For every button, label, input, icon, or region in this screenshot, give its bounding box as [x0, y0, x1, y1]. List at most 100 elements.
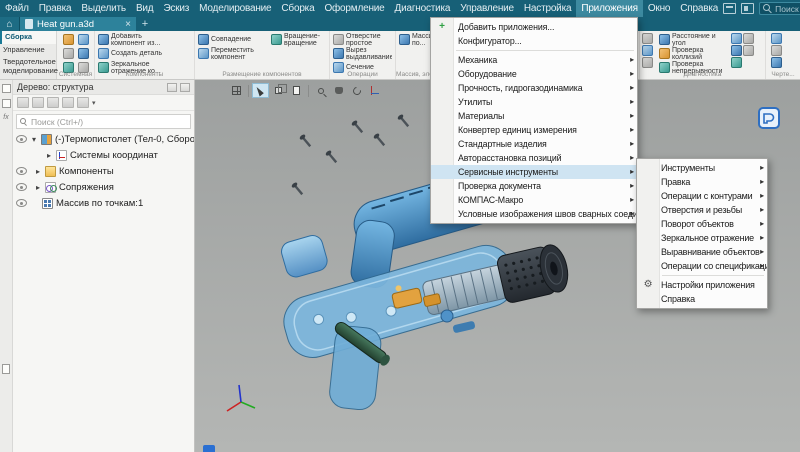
menu-item-add-applications[interactable]: + Добавить приложения... [431, 20, 637, 34]
coincidence-button[interactable]: Совпадение [197, 33, 270, 46]
tree-relations-icon[interactable] [47, 97, 59, 108]
expander-icon[interactable]: ▸ [45, 151, 53, 160]
tree-search[interactable] [16, 114, 191, 129]
zoom-icon[interactable] [312, 83, 329, 98]
parameters-panel-toggle-icon[interactable] [2, 99, 11, 108]
views-icon[interactable] [771, 45, 782, 56]
measure-icon[interactable] [642, 33, 653, 44]
visibility-eye-icon[interactable] [16, 183, 27, 191]
drawing-icon[interactable] [771, 33, 782, 44]
variables-panel-icon[interactable]: fx [3, 114, 8, 121]
menu-help[interactable]: Справка [675, 0, 723, 17]
tree-search-input[interactable] [31, 117, 187, 127]
smoothness-icon[interactable] [743, 45, 754, 56]
curvature-icon[interactable] [731, 45, 742, 56]
panels-icon[interactable] [741, 3, 754, 14]
cut-extrude-button[interactable]: Вырез выдавливанием [332, 47, 393, 60]
submenu-item-contour-operations[interactable]: Операции с контурами ▸ [637, 189, 767, 203]
home-tab-button[interactable]: ⌂ [0, 17, 20, 31]
add-component-button[interactable]: Добавить компонент из... [97, 33, 192, 46]
distance-angle-button[interactable]: Расстояние и угол [658, 33, 731, 46]
clearance-icon[interactable] [731, 57, 742, 68]
menu-item-mechanics[interactable]: Механика ▸ [431, 53, 637, 67]
submenu-item-edit[interactable]: Правка ▸ [637, 175, 767, 189]
axes-display-icon[interactable] [366, 83, 383, 98]
visibility-eye-icon[interactable] [16, 135, 27, 143]
display-mode-icon[interactable] [288, 83, 305, 98]
menu-item-unit-converter[interactable]: Конвертер единиц измерения ▸ [431, 123, 637, 137]
submenu-item-app-settings[interactable]: ⚙ Настройки приложения [637, 278, 767, 292]
menu-item-configurator[interactable]: Конфигуратор... [431, 34, 637, 48]
visibility-eye-icon[interactable] [16, 199, 27, 207]
tree-pin-icon[interactable] [167, 83, 177, 92]
expander-icon[interactable]: ▸ [34, 183, 42, 192]
menu-assembly[interactable]: Сборка [276, 0, 319, 17]
check-icon[interactable] [731, 33, 742, 44]
menu-view[interactable]: Вид [131, 0, 159, 17]
orientation-cube-icon[interactable] [270, 83, 287, 98]
pan-icon[interactable] [330, 83, 347, 98]
menu-item-auto-positioning[interactable]: Авторасстановка позиций ▸ [431, 151, 637, 165]
expander-icon[interactable]: ▸ [34, 167, 42, 176]
expander-icon[interactable]: ▾ [30, 135, 38, 144]
selection-mode-icon[interactable] [252, 83, 269, 98]
command-search[interactable] [759, 2, 800, 15]
menu-layout[interactable]: Оформление [319, 0, 389, 17]
deviation-icon[interactable] [743, 33, 754, 44]
tree-item-components[interactable]: ▸ Компоненты [13, 163, 194, 179]
menu-applications[interactable]: Приложения [576, 0, 643, 17]
save-icon[interactable] [78, 34, 89, 45]
menu-window[interactable]: Окно [643, 0, 675, 17]
tree-structure-icon[interactable] [17, 97, 29, 108]
tree-options-icon[interactable] [77, 97, 89, 108]
viewport-layout-icon[interactable] [228, 83, 245, 98]
menu-item-equipment[interactable]: Оборудование ▸ [431, 67, 637, 81]
menu-item-strength-hydrodynamics[interactable]: Прочность, гидрогазодинамика ▸ [431, 81, 637, 95]
menu-sketch[interactable]: Эскиз [158, 0, 194, 17]
sheet-icon[interactable] [771, 57, 782, 68]
ribbon-tab-solid-modeling[interactable]: Твердотельное моделирование [0, 56, 56, 77]
visibility-eye-icon[interactable] [16, 167, 27, 175]
simple-hole-button[interactable]: Отверстие простое [332, 33, 393, 46]
tree-filter-icon[interactable] [62, 97, 74, 108]
submenu-item-tools[interactable]: Инструменты ▸ [637, 161, 767, 175]
menu-item-weld-symbols[interactable]: Условные изображения швов сварных соедин… [431, 207, 637, 221]
menu-item-materials[interactable]: Материалы ▸ [431, 109, 637, 123]
tree-item-coordinate-systems[interactable]: ▸ Системы координат [13, 147, 194, 163]
menu-diagnostics[interactable]: Диагностика [390, 0, 456, 17]
menu-settings[interactable]: Настройка [519, 0, 576, 17]
menu-edit[interactable]: Правка [34, 0, 77, 17]
close-tab-icon[interactable]: × [125, 19, 131, 30]
tree-close-icon[interactable] [180, 83, 190, 92]
tree-item-point-pattern[interactable]: Массив по точкам:1 [13, 195, 194, 211]
menu-item-document-check[interactable]: Проверка документа ▸ [431, 179, 637, 193]
collision-check-button[interactable]: Проверка коллизий [658, 47, 731, 60]
menu-item-utilities[interactable]: Утилиты ▸ [431, 95, 637, 109]
print-icon[interactable] [63, 48, 74, 59]
ribbon-tab-management[interactable]: Управление [0, 44, 56, 57]
menu-item-service-tools[interactable]: Сервисные инструменты ▸ [431, 165, 637, 179]
move-component-button[interactable]: Переместить компонент [197, 47, 270, 60]
menu-file[interactable]: Файл [0, 0, 34, 17]
tree-item-root[interactable]: ▾ (-)Термопистолет (Тел-0, Сборочных е..… [13, 131, 194, 147]
submenu-item-mirror[interactable]: Зеркальное отражение ▸ [637, 231, 767, 245]
ribbon-tab-assembly[interactable]: Сборка [0, 31, 56, 44]
submenu-item-align-objects[interactable]: Выравнивание объектов ▸ [637, 245, 767, 259]
undo-icon[interactable] [78, 48, 89, 59]
menu-item-standard-parts[interactable]: Стандартные изделия ▸ [431, 137, 637, 151]
open-icon[interactable] [63, 34, 74, 45]
tree-panel-toggle-icon[interactable] [2, 84, 11, 93]
layout-icon[interactable] [723, 3, 736, 14]
create-part-button[interactable]: Создать деталь [97, 47, 192, 60]
tree-item-mates[interactable]: ▸ Сопряжения [13, 179, 194, 195]
document-tab[interactable]: Heat gun.a3d × [20, 17, 136, 31]
new-tab-button[interactable]: + [136, 17, 154, 31]
mass-properties-icon[interactable] [642, 57, 653, 68]
command-search-input[interactable] [775, 4, 800, 14]
menu-modeling[interactable]: Моделирование [194, 0, 276, 17]
tree-dropdown-icon[interactable]: ▾ [92, 99, 96, 107]
submenu-item-specification-operations[interactable]: Операции со спецификацией ▸ [637, 259, 767, 273]
menu-item-kompas-macro[interactable]: КОМПАС-Макро ▸ [431, 193, 637, 207]
tree-composition-icon[interactable] [32, 97, 44, 108]
menu-select[interactable]: Выделить [76, 0, 131, 17]
